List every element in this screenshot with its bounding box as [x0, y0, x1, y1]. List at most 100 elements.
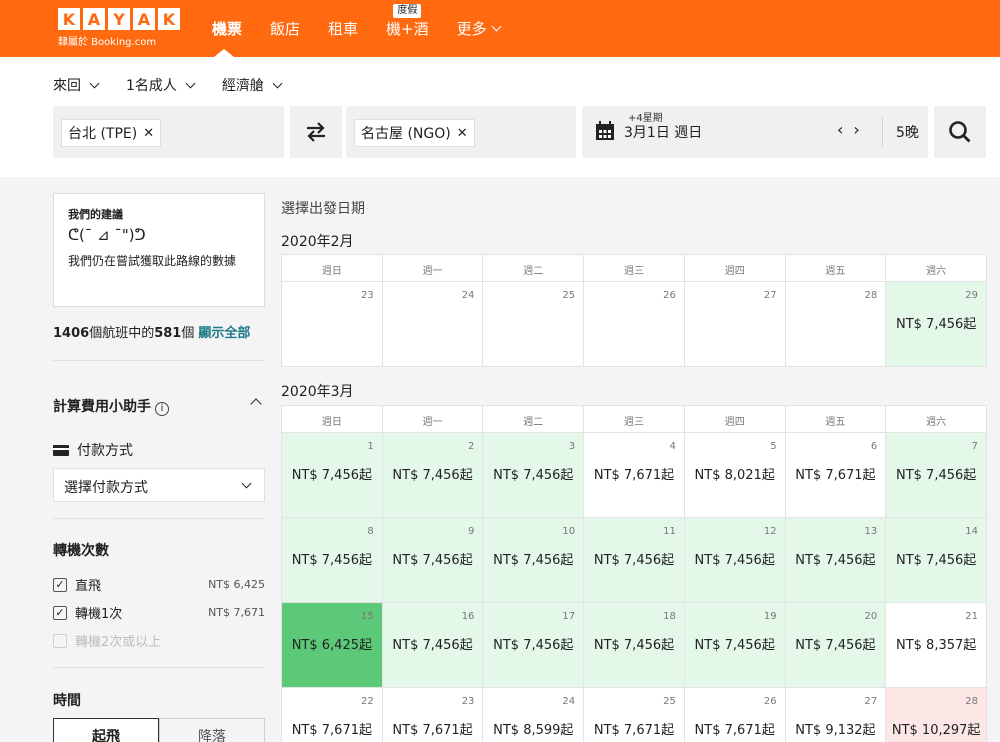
- weekday-header: 週六: [886, 406, 986, 432]
- calendar-day[interactable]: 17 NT$ 7,456起: [483, 603, 584, 687]
- calendar-day[interactable]: 3 NT$ 7,456起: [483, 433, 584, 517]
- calendar-day[interactable]: 15 NT$ 6,425起: [282, 603, 382, 687]
- nights-count[interactable]: 5晚: [896, 122, 919, 142]
- calendar-day[interactable]: 11 NT$ 7,456起: [584, 518, 684, 602]
- calendar-day: 26: [584, 282, 684, 366]
- search-icon: [949, 121, 971, 143]
- stop-option[interactable]: ✓ 轉機1次 NT$ 7,671: [53, 603, 265, 622]
- destination-label: 名古屋 (NGO): [361, 126, 451, 142]
- chevron-left-icon[interactable]: ‹: [837, 120, 843, 139]
- calendar-day[interactable]: 20 NT$ 7,456起: [785, 603, 886, 687]
- passengers-select[interactable]: 1名成人: [126, 75, 196, 95]
- day-price: NT$ 7,671起: [593, 468, 675, 483]
- day-price: NT$ 7,456起: [895, 553, 977, 568]
- fee-helper-label: 計算費用小助手: [53, 399, 151, 415]
- day-number: 1: [367, 441, 374, 452]
- nav-item[interactable]: 更多: [443, 0, 514, 57]
- day-price: NT$ 7,456起: [392, 468, 473, 483]
- calendar-day[interactable]: 12 NT$ 7,456起: [684, 518, 785, 602]
- logo-letter: K: [58, 8, 80, 30]
- origin-chip: 台北 (TPE) ✕: [61, 119, 162, 147]
- chevron-right-icon[interactable]: ›: [853, 120, 859, 139]
- day-number: 12: [763, 526, 777, 537]
- swap-button[interactable]: [290, 106, 342, 158]
- calendar-day[interactable]: 22 NT$ 7,671起: [282, 688, 382, 742]
- destination-field[interactable]: 名古屋 (NGO) ✕: [346, 106, 576, 158]
- weekday-header: 週二: [483, 255, 584, 281]
- calendar-day[interactable]: 4 NT$ 7,671起: [584, 433, 684, 517]
- stop-label: 直飛: [75, 579, 102, 594]
- calendar-day[interactable]: 25 NT$ 7,671起: [584, 688, 684, 742]
- count-mid: 個航班中的: [89, 326, 155, 341]
- calendar-day[interactable]: 26 NT$ 7,671起: [684, 688, 785, 742]
- nav-item[interactable]: 租車: [314, 0, 372, 57]
- day-number: 21: [965, 611, 978, 622]
- close-icon[interactable]: ✕: [457, 126, 468, 141]
- calendar-day[interactable]: 5 NT$ 8,021起: [684, 433, 785, 517]
- nav-label: 租車: [328, 20, 359, 38]
- chevron-up-icon[interactable]: [250, 398, 262, 410]
- day-price: NT$ 7,456起: [895, 468, 977, 483]
- weekday-header: 週四: [684, 406, 785, 432]
- calendar-day[interactable]: 28 NT$ 10,297起: [886, 688, 986, 742]
- date-field[interactable]: +4星期 3月1日 週日 ‹ › 5晚: [582, 106, 928, 158]
- day-number: 15: [360, 611, 374, 622]
- calendar-day[interactable]: 19 NT$ 7,456起: [684, 603, 785, 687]
- chevron-down-icon: [241, 478, 252, 489]
- calendar-day[interactable]: 6 NT$ 7,671起: [785, 433, 886, 517]
- tab-departure[interactable]: 起飛: [53, 718, 159, 742]
- calendar-day[interactable]: 24 NT$ 8,599起: [483, 688, 584, 742]
- day-price: NT$ 8,021起: [694, 468, 775, 483]
- calendar-day[interactable]: 13 NT$ 7,456起: [785, 518, 886, 602]
- top-header: KAYAK 隸屬於 Booking.com 機票 飯店 租車 度假 機+酒 更多: [0, 0, 1000, 57]
- calendar-day[interactable]: 1 NT$ 7,456起: [282, 433, 382, 517]
- calendar-day[interactable]: 18 NT$ 7,456起: [584, 603, 684, 687]
- day-number: 26: [663, 290, 676, 301]
- nav-item[interactable]: 機票: [212, 0, 256, 57]
- day-price: NT$ 6,425起: [291, 638, 372, 653]
- payment-method-select[interactable]: 選擇付款方式: [53, 468, 265, 502]
- tab-arrival[interactable]: 降落: [159, 718, 265, 742]
- nav-item[interactable]: 度假 機+酒: [372, 0, 443, 57]
- nav-badge: 度假: [393, 4, 422, 18]
- calendar-icon: [596, 121, 614, 140]
- chevron-down-icon: [272, 78, 283, 88]
- time-title: 時間: [53, 693, 81, 709]
- calendar-day[interactable]: 23 NT$ 7,671起: [382, 688, 483, 742]
- calendar-day[interactable]: 2 NT$ 7,456起: [382, 433, 483, 517]
- day-price: NT$ 7,456起: [694, 638, 775, 653]
- stop-checkbox[interactable]: ✓: [53, 577, 67, 592]
- origin-field[interactable]: 台北 (TPE) ✕: [53, 106, 284, 158]
- day-number: 11: [663, 526, 676, 537]
- calendar-day[interactable]: 29 NT$ 7,456起: [886, 282, 986, 366]
- calendar-day[interactable]: 27 NT$ 9,132起: [785, 688, 886, 742]
- calendar-day[interactable]: 10 NT$ 7,456起: [483, 518, 584, 602]
- count-suffix: 個: [181, 326, 195, 341]
- day-price: NT$ 10,297起: [891, 723, 981, 738]
- day-price: NT$ 8,357起: [895, 638, 977, 653]
- weekday-header: 週二: [483, 406, 584, 432]
- search-button[interactable]: [934, 106, 986, 158]
- fee-helper-title[interactable]: 計算費用小助手 i: [53, 396, 169, 416]
- stop-checkbox: [53, 633, 67, 648]
- trip-type-select[interactable]: 來回: [53, 75, 100, 95]
- calendar-day[interactable]: 9 NT$ 7,456起: [382, 518, 483, 602]
- calendar-day[interactable]: 14 NT$ 7,456起: [886, 518, 986, 602]
- info-icon[interactable]: i: [155, 402, 169, 416]
- calendar-day[interactable]: 21 NT$ 8,357起: [886, 603, 986, 687]
- cabin-select[interactable]: 經濟艙: [222, 75, 283, 95]
- search-panel: 來回 1名成人 經濟艙 台北 (TPE) ✕ 名古屋 (NGO) ✕ +4星期 …: [0, 57, 1000, 177]
- day-number: 4: [669, 441, 676, 452]
- calendar-day[interactable]: 16 NT$ 7,456起: [382, 603, 483, 687]
- close-icon[interactable]: ✕: [143, 126, 154, 141]
- show-all-link[interactable]: 顯示全部: [198, 326, 250, 341]
- stop-option[interactable]: ✓ 直飛 NT$ 6,425: [53, 575, 265, 594]
- calendar-day[interactable]: 7 NT$ 7,456起: [886, 433, 986, 517]
- nav-label: 更多: [456, 20, 487, 38]
- calendar-day[interactable]: 8 NT$ 7,456起: [282, 518, 382, 602]
- nav-item[interactable]: 飯店: [256, 0, 314, 57]
- weekday-header: 週五: [785, 406, 886, 432]
- day-price: NT$ 7,671起: [392, 723, 473, 738]
- stop-checkbox[interactable]: ✓: [53, 605, 67, 620]
- kayak-logo[interactable]: KAYAK 隸屬於 Booking.com: [58, 8, 180, 48]
